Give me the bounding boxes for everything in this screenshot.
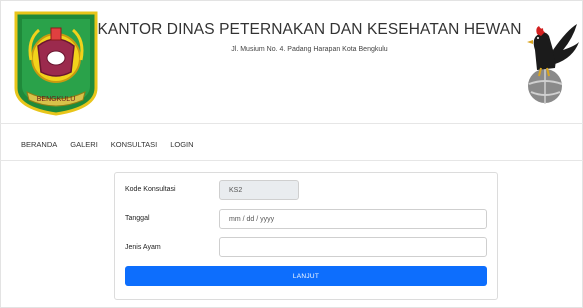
- nav-item-konsultasi[interactable]: KONSULTASI: [111, 140, 157, 149]
- kode-konsultasi-field: KS2: [219, 180, 299, 200]
- jenis-ayam-input[interactable]: [219, 237, 487, 257]
- lanjut-button[interactable]: LANJUT: [125, 266, 487, 286]
- main-nav: BERANDA GALERI KONSULTASI LOGIN: [0, 134, 207, 154]
- nav-item-beranda[interactable]: BERANDA: [21, 140, 57, 149]
- nav-item-galeri[interactable]: GALERI: [70, 140, 98, 149]
- office-address: Jl. Musium No. 4. Padang Harapan Kota Be…: [231, 46, 388, 53]
- tanggal-label: Tanggal: [125, 215, 150, 222]
- nav-divider-bottom: [0, 160, 583, 161]
- site-header: BENGKULU KANTOR DINAS PETERNAKAN DAN KES…: [0, 0, 583, 123]
- nav-item-login[interactable]: LOGIN: [170, 140, 193, 149]
- page-title: KANTOR DINAS PETERNAKAN DAN KESEHATAN HE…: [97, 21, 522, 38]
- jenis-ayam-label: Jenis Ayam: [125, 244, 161, 251]
- svg-text:BENGKULU: BENGKULU: [37, 96, 76, 103]
- rooster-on-globe-icon: [527, 24, 579, 104]
- nav-divider-top: [0, 123, 583, 124]
- kode-konsultasi-label: Kode Konsultasi: [125, 186, 176, 193]
- tanggal-date-input[interactable]: mm / dd / yyyy: [219, 209, 487, 229]
